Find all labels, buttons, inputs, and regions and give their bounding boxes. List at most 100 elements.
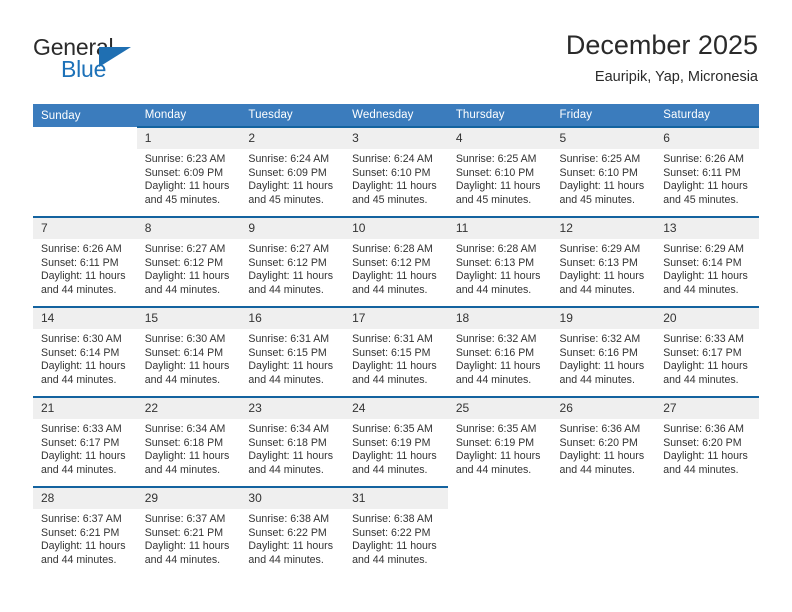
calendar-day-cell[interactable]: 10 Sunrise: 6:28 AM Sunset: 6:12 PM Dayligh… (344, 216, 448, 307)
calendar-day-cell[interactable]: 29 Sunrise: 6:37 AM Sunset: 6:21 PM Dayligh… (136, 486, 241, 576)
calendar-day-cell[interactable]: 11 Sunrise: 6:28 AM Sunset: 6:13 PM Dayligh… (447, 216, 552, 307)
sunrise-text: Sunrise: 6:25 AM (455, 153, 537, 165)
calendar-week-row: 1 Sunrise: 6:23 AM Sunset: 6:09 PM Daylight… (33, 126, 759, 217)
calendar-day-cell[interactable]: 18 Sunrise: 6:32 AM Sunset: 6:16 PM Dayligh… (447, 306, 552, 397)
sunset-text: Sunset: 6:12 PM (352, 256, 431, 269)
sunset-text: Sunset: 6:15 PM (248, 346, 327, 359)
day-details: Sunrise: 6:37 AM Sunset: 6:21 PM Daylight:… (33, 509, 137, 567)
calendar-day-cell[interactable]: 26 Sunrise: 6:36 AM Sunset: 6:20 PM Dayligh… (551, 396, 656, 487)
sunset-text: Sunset: 6:10 PM (455, 166, 535, 179)
sunset-text: Sunset: 6:14 PM (144, 346, 224, 359)
day-details: Sunrise: 6:27 AM Sunset: 6:12 PM Daylight:… (137, 239, 241, 297)
day-details: Sunrise: 6:35 AM Sunset: 6:19 PM Daylight:… (344, 419, 448, 477)
calendar-day-cell[interactable]: 13 Sunrise: 6:29 AM Sunset: 6:14 PM Dayligh… (655, 216, 759, 307)
sunrise-text: Sunrise: 6:27 AM (144, 243, 226, 255)
day-details: Sunrise: 6:38 AM Sunset: 6:22 PM Daylight:… (240, 509, 344, 567)
sunrise-text: Sunrise: 6:31 AM (248, 333, 330, 345)
daylight-text-line1: Daylight: 11 hours (248, 540, 334, 552)
day-number: 27 (655, 398, 759, 419)
day-number: 17 (344, 308, 448, 329)
day-number: 13 (655, 218, 759, 239)
calendar-day-cell[interactable]: 8 Sunrise: 6:27 AM Sunset: 6:12 PM Daylight… (136, 216, 241, 307)
daylight-text-line2: and 44 minutes. (144, 283, 221, 296)
sunset-text: Sunset: 6:10 PM (559, 166, 638, 179)
day-number: 26 (551, 398, 656, 419)
daylight-text-line2: and 44 minutes. (41, 463, 117, 476)
sunset-text: Sunset: 6:15 PM (352, 346, 431, 359)
calendar-page: General Blue December 2025 Eauripik, Yap… (0, 0, 792, 612)
calendar-day-cell[interactable]: 7 Sunrise: 6:26 AM Sunset: 6:11 PM Daylight… (33, 216, 137, 307)
calendar-day-cell[interactable]: 16 Sunrise: 6:31 AM Sunset: 6:15 PM Dayligh… (240, 306, 345, 397)
calendar-day-cell[interactable]: 31 Sunrise: 6:38 AM Sunset: 6:22 PM Dayligh… (344, 486, 448, 576)
daylight-text-line2: and 44 minutes. (663, 373, 739, 386)
calendar-day-cell[interactable]: 30 Sunrise: 6:38 AM Sunset: 6:22 PM Dayligh… (240, 486, 345, 576)
generalblue-logo[interactable]: General Blue (33, 34, 173, 84)
daylight-text-line2: and 44 minutes. (248, 373, 324, 386)
daylight-text-line1: Daylight: 11 hours (248, 450, 334, 462)
calendar-day-cell[interactable]: 24 Sunrise: 6:35 AM Sunset: 6:19 PM Dayligh… (344, 396, 448, 487)
calendar-day-cell[interactable]: 17 Sunrise: 6:31 AM Sunset: 6:15 PM Dayligh… (344, 306, 448, 397)
calendar-day-cell[interactable]: 9 Sunrise: 6:27 AM Sunset: 6:12 PM Daylight… (240, 216, 345, 307)
daylight-text-line1: Daylight: 11 hours (663, 360, 748, 372)
daylight-text-line1: Daylight: 11 hours (41, 450, 126, 462)
daylight-text-line2: and 44 minutes. (455, 463, 532, 476)
daylight-text-line1: Daylight: 11 hours (455, 270, 541, 282)
calendar-day-cell[interactable]: 5 Sunrise: 6:25 AM Sunset: 6:10 PM Daylight… (551, 126, 656, 217)
calendar-day-cell[interactable]: 3 Sunrise: 6:24 AM Sunset: 6:10 PM Daylight… (344, 126, 448, 217)
daylight-text-line1: Daylight: 11 hours (248, 360, 334, 372)
daylight-text-line1: Daylight: 11 hours (144, 450, 230, 462)
calendar-day-cell[interactable]: 27 Sunrise: 6:36 AM Sunset: 6:20 PM Dayligh… (655, 396, 759, 487)
sunset-text: Sunset: 6:18 PM (248, 436, 327, 449)
daylight-text-line1: Daylight: 11 hours (559, 180, 645, 192)
day-number: 4 (447, 128, 552, 149)
weekday-header-monday: Monday (136, 104, 241, 127)
sunrise-text: Sunrise: 6:33 AM (663, 333, 744, 345)
calendar-day-cell[interactable]: 1 Sunrise: 6:23 AM Sunset: 6:09 PM Daylight… (136, 126, 241, 217)
calendar-day-cell[interactable]: 6 Sunrise: 6:26 AM Sunset: 6:11 PM Daylight… (655, 126, 759, 217)
day-details: Sunrise: 6:31 AM Sunset: 6:15 PM Daylight:… (240, 329, 344, 387)
sunrise-text: Sunrise: 6:31 AM (352, 333, 433, 345)
daylight-text-line1: Daylight: 11 hours (352, 270, 437, 282)
day-details: Sunrise: 6:37 AM Sunset: 6:21 PM Daylight:… (137, 509, 241, 567)
page-title: December 2025 (565, 30, 758, 60)
day-number (655, 487, 759, 508)
calendar-day-cell[interactable]: 12 Sunrise: 6:29 AM Sunset: 6:13 PM Dayligh… (551, 216, 656, 307)
calendar-day-cell[interactable]: 2 Sunrise: 6:24 AM Sunset: 6:09 PM Daylight… (240, 126, 345, 217)
calendar-day-cell[interactable]: 15 Sunrise: 6:30 AM Sunset: 6:14 PM Dayligh… (136, 306, 241, 397)
day-number: 18 (447, 308, 552, 329)
calendar-day-cell[interactable]: 23 Sunrise: 6:34 AM Sunset: 6:18 PM Dayligh… (240, 396, 345, 487)
calendar-day-cell[interactable]: 19 Sunrise: 6:32 AM Sunset: 6:16 PM Dayligh… (551, 306, 656, 397)
day-number: 8 (136, 218, 241, 239)
daylight-text-line2: and 44 minutes. (455, 373, 532, 386)
day-number: 6 (655, 128, 759, 149)
day-details: Sunrise: 6:30 AM Sunset: 6:14 PM Daylight:… (33, 329, 137, 387)
calendar-day-cell[interactable]: 20 Sunrise: 6:33 AM Sunset: 6:17 PM Dayligh… (655, 306, 759, 397)
daylight-text-line2: and 45 minutes. (248, 193, 324, 206)
weekday-header-row: Sunday Monday Tuesday Wednesday Thursday… (33, 104, 759, 127)
day-number (33, 127, 137, 148)
calendar-week-row: 14 Sunrise: 6:30 AM Sunset: 6:14 PM Dayligh… (33, 306, 759, 397)
sunrise-text: Sunrise: 6:37 AM (144, 513, 226, 525)
daylight-text-line1: Daylight: 11 hours (41, 540, 126, 552)
sunrise-text: Sunrise: 6:38 AM (248, 513, 330, 525)
weekday-header-saturday: Saturday (655, 104, 759, 127)
calendar-day-cell[interactable]: 4 Sunrise: 6:25 AM Sunset: 6:10 PM Daylight… (447, 126, 552, 217)
day-number: 31 (344, 488, 448, 509)
calendar-day-cell[interactable]: 25 Sunrise: 6:35 AM Sunset: 6:19 PM Dayligh… (447, 396, 552, 487)
calendar-day-cell[interactable]: 22 Sunrise: 6:34 AM Sunset: 6:18 PM Dayligh… (136, 396, 241, 487)
calendar-day-cell[interactable]: 21 Sunrise: 6:33 AM Sunset: 6:17 PM Dayligh… (33, 396, 137, 487)
sunset-text: Sunset: 6:09 PM (144, 166, 224, 179)
day-number: 11 (447, 218, 552, 239)
calendar-day-cell[interactable]: 14 Sunrise: 6:30 AM Sunset: 6:14 PM Dayligh… (33, 306, 137, 397)
sunset-text: Sunset: 6:16 PM (559, 346, 638, 359)
sunrise-text: Sunrise: 6:30 AM (144, 333, 226, 345)
day-number (448, 487, 552, 508)
calendar-day-cell[interactable]: 28 Sunrise: 6:37 AM Sunset: 6:21 PM Dayligh… (33, 486, 137, 576)
day-number: 10 (344, 218, 448, 239)
daylight-text-line2: and 44 minutes. (352, 283, 428, 296)
day-number: 22 (136, 398, 241, 419)
day-number: 19 (551, 308, 656, 329)
sunset-text: Sunset: 6:12 PM (248, 256, 327, 269)
daylight-text-line1: Daylight: 11 hours (41, 360, 126, 372)
daylight-text-line1: Daylight: 11 hours (144, 540, 230, 552)
